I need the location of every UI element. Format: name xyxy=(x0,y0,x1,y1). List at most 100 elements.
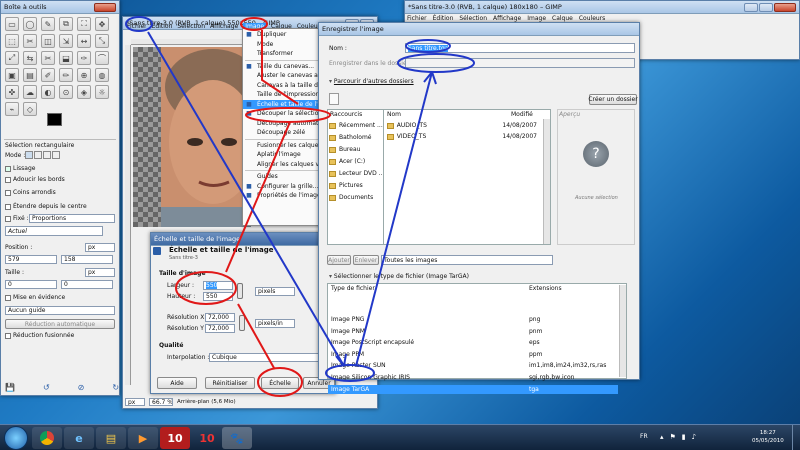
save-dialog-titlebar[interactable]: Enregistrer l'image xyxy=(319,23,639,36)
close-button[interactable] xyxy=(774,2,796,12)
zoom-select[interactable]: 66.7 % xyxy=(149,398,173,406)
chain-link-icon[interactable] xyxy=(237,283,243,299)
remove-button[interactable]: Enlever xyxy=(353,255,379,265)
app-badge-icon[interactable]: 10 xyxy=(160,427,190,449)
tool-button-30[interactable]: ☼ xyxy=(95,85,109,99)
folder-select[interactable] xyxy=(405,58,635,68)
tool-button-25[interactable]: ✜ xyxy=(5,85,19,99)
image-menu-item[interactable]: ■ Dupliquer xyxy=(243,30,323,40)
ext-col-header[interactable]: Extensions xyxy=(529,285,562,292)
tool-button-23[interactable]: ⊕ xyxy=(77,68,91,82)
scale-button[interactable]: Échelle xyxy=(261,377,299,389)
merged-checkbox[interactable]: Réduction fusionnée xyxy=(5,332,74,339)
place-item[interactable]: Récemment ... xyxy=(329,121,383,130)
col-name-header[interactable]: Nom xyxy=(387,111,401,118)
network-icon[interactable]: ▮ xyxy=(682,433,686,441)
size-w-input[interactable]: 0 xyxy=(5,280,57,289)
menu-calque[interactable]: Calque xyxy=(552,15,573,22)
foreground-color[interactable] xyxy=(47,113,62,126)
file-type-expander[interactable]: ▾ Sélectionner le type de fichier (Image… xyxy=(329,273,469,280)
add-button[interactable]: Ajouter xyxy=(327,255,351,265)
menu-edition[interactable]: Édition xyxy=(433,15,454,22)
file-type-row[interactable]: Image PostScript encapsulé eps xyxy=(328,338,618,347)
menu-selection[interactable]: Sélection xyxy=(177,23,205,30)
menu-affichage[interactable]: Affichage xyxy=(493,15,521,22)
app-badge-icon-2[interactable]: 10 xyxy=(192,427,222,449)
tool-button-7[interactable]: ⬚ xyxy=(5,34,19,48)
tool-button-1[interactable]: ▭ xyxy=(5,17,19,31)
tool-button-27[interactable]: ◐ xyxy=(41,85,55,99)
tool-button-24[interactable]: ◍ xyxy=(95,68,109,82)
fixed-checkbox[interactable]: Fixé : xyxy=(5,215,29,222)
tool-button-11[interactable]: ↔ xyxy=(77,34,91,48)
menu-edition[interactable]: Édition xyxy=(152,23,173,30)
path-button[interactable] xyxy=(329,93,339,105)
place-item[interactable]: Batholomé xyxy=(329,133,372,142)
size-unit-select[interactable]: pixels xyxy=(255,287,295,296)
tool-button-5[interactable]: ⛶ xyxy=(77,17,91,31)
image-menu-item[interactable]: Mode xyxy=(243,40,323,50)
unit-select[interactable]: px xyxy=(125,398,145,406)
minimize-button[interactable] xyxy=(744,2,758,12)
unit-select-position[interactable]: px xyxy=(85,243,115,252)
explorer-icon[interactable]: ▤ xyxy=(96,427,126,449)
place-item[interactable]: Pictures xyxy=(329,181,363,190)
player-icon[interactable]: ▶ xyxy=(128,427,158,449)
color-swatches[interactable] xyxy=(47,113,71,135)
close-button[interactable] xyxy=(94,2,116,12)
unit-select-size[interactable]: px xyxy=(85,268,115,277)
position-y-input[interactable]: 158 xyxy=(61,255,113,264)
image-menu-item[interactable]: Découpage zélé xyxy=(243,128,323,138)
res-chain-icon[interactable] xyxy=(239,315,245,331)
place-item[interactable]: Documents xyxy=(329,193,373,202)
type-col-header[interactable]: Type de fichier xyxy=(331,285,375,292)
image-menu-item[interactable]: Transformer xyxy=(243,49,323,59)
option-lissage[interactable]: Lissage xyxy=(5,165,35,172)
interpolation-select[interactable]: Cubique xyxy=(209,353,333,362)
scale-dialog-titlebar[interactable]: Échelle et taille de l'image xyxy=(151,233,335,246)
auto-shrink-button[interactable]: Réduction automatique xyxy=(5,319,115,329)
menu-couleurs[interactable]: Couleurs xyxy=(579,15,605,22)
menu-fichier[interactable]: Fichier xyxy=(127,23,147,30)
ie-icon[interactable]: e xyxy=(64,427,94,449)
mode-buttons[interactable] xyxy=(25,151,60,159)
tool-button-15[interactable]: ✂ xyxy=(41,51,55,65)
type-scrollbar[interactable] xyxy=(619,285,626,377)
tool-button-19[interactable]: ▣ xyxy=(5,68,19,82)
image-menu-item[interactable]: ■ Échelle et taille de l'image... xyxy=(243,99,342,109)
file-type-row[interactable]: Image Raster SUN im1,im8,im24,im32,rs,ras xyxy=(328,361,618,370)
tool-button-13[interactable]: ⤢ xyxy=(5,51,19,65)
res-unit-select[interactable]: pixels/in xyxy=(255,319,295,328)
image-menu-item[interactable]: Aligner les calques visibles xyxy=(243,160,338,170)
image-menu-item[interactable]: Fusionner les calques visibles xyxy=(243,141,346,151)
width-input[interactable]: 550 xyxy=(203,281,233,290)
highlight-checkbox[interactable]: Mise en évidence xyxy=(5,294,65,301)
height-input[interactable]: 550 xyxy=(203,292,233,301)
menu-selection[interactable]: Sélection xyxy=(459,15,487,22)
tool-button-9[interactable]: ◫ xyxy=(41,34,55,48)
image-menu-item[interactable]: ■ Propriétés de l'image xyxy=(243,191,323,201)
tool-button-16[interactable]: ⬓ xyxy=(59,51,73,65)
file-row[interactable]: AUDIO_TS 14/08/2007 xyxy=(387,121,537,130)
clock[interactable]: 18:27 05/05/2010 xyxy=(752,429,784,445)
name-input[interactable]: Sans titre.tga xyxy=(405,43,635,53)
toolbox-titlebar[interactable]: Boîte à outils xyxy=(1,1,119,14)
language-indicator[interactable]: FR xyxy=(640,433,648,440)
file-row[interactable]: VIDEO_TS 14/08/2007 xyxy=(387,132,537,141)
option-adoucir[interactable]: Adoucir les bords xyxy=(5,176,65,183)
chrome-icon[interactable] xyxy=(32,427,62,449)
save-options-icon[interactable]: 💾 xyxy=(5,383,15,392)
image-menu-item[interactable]: Canevas à la taille de la sélection xyxy=(243,81,358,91)
image-menu-item[interactable]: Taille de l'impression... xyxy=(243,90,325,100)
create-folder-button[interactable]: Créer un dossier xyxy=(588,94,638,105)
current-field[interactable]: Actuel xyxy=(5,226,103,236)
image-menu-item[interactable]: ■ Découper la sélection xyxy=(243,109,323,119)
tool-button-26[interactable]: ☁ xyxy=(23,85,37,99)
tool-button-10[interactable]: ⇲ xyxy=(59,34,73,48)
tool-button-20[interactable]: ▤ xyxy=(23,68,37,82)
tool-button-12[interactable]: ⤡ xyxy=(95,34,109,48)
gimp-taskbar-icon[interactable]: 🐾 xyxy=(222,427,252,449)
tool-button-18[interactable]: ⌒ xyxy=(95,51,109,65)
tool-button-22[interactable]: ✏ xyxy=(59,68,73,82)
restore-options-icon[interactable]: ↺ xyxy=(43,383,50,392)
